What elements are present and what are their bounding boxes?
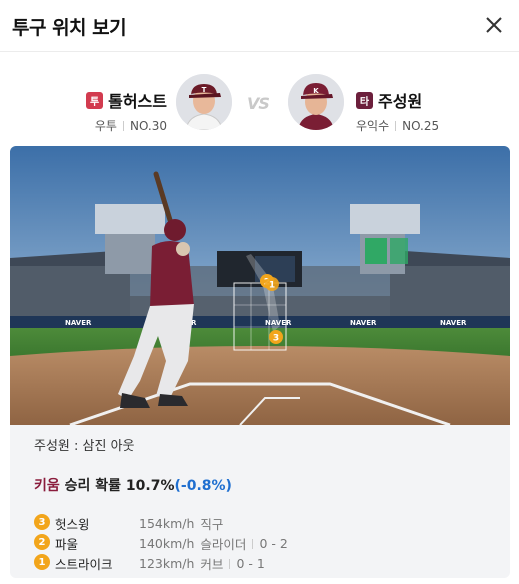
stadium-scene: NAVER NAVER NAVER NAVER NAVER	[10, 146, 510, 425]
win-prob-team: 키움	[34, 478, 60, 494]
win-prob-delta: (-0.8%)	[174, 478, 232, 494]
pitch-speed: 123km/h	[139, 556, 195, 571]
win-prob-label: 승리 확률	[64, 478, 122, 494]
pitch-type: 슬라이더	[200, 537, 247, 552]
divider	[229, 558, 231, 569]
pitch-type: 커브	[200, 557, 224, 572]
ad-sign: NAVER	[65, 319, 92, 327]
divider	[122, 120, 124, 131]
dialog-header: 투구 위치 보기	[0, 0, 519, 52]
close-icon[interactable]	[481, 12, 507, 38]
ad-sign: NAVER	[440, 319, 467, 327]
pitcher-hand: 우투	[94, 119, 117, 133]
pitch-number-badge: 3	[34, 514, 50, 530]
pitcher-name: 톨허스트	[108, 92, 167, 111]
batter-position: 우익수	[356, 119, 390, 133]
pitch-number-badge: 2	[34, 534, 50, 550]
pitch-count: 0 - 2	[259, 536, 288, 551]
pitch-marker-number: 3	[273, 334, 279, 344]
at-bat-result: 주성원 : 삼진 아웃	[34, 439, 135, 454]
batter-info: 타 주성원 우익수 NO.25	[356, 88, 439, 134]
pitcher-badge: 투	[86, 91, 104, 109]
pitch-result: 파울	[55, 537, 79, 552]
matchup-panel: 투 톨허스트 우투 NO.30 T VS K 타 주성원 우익수 NO.25	[0, 66, 519, 138]
pitch-speed: 140km/h	[139, 536, 195, 551]
batter-avatar: K	[288, 74, 344, 130]
svg-text:K: K	[313, 87, 319, 95]
pitch-row: 2 파울 140km/h 슬라이더 0 - 2	[34, 532, 494, 552]
batter-number: NO.25	[402, 118, 440, 133]
pitch-row: 3 헛스윙 154km/h 직구	[34, 512, 494, 532]
vs-label: VS	[247, 94, 270, 113]
pitcher-number: NO.30	[129, 118, 167, 133]
pitch-result: 헛스윙	[55, 517, 90, 532]
pitch-speed: 154km/h	[139, 516, 195, 531]
pitch-count: 0 - 1	[236, 556, 265, 571]
pitcher-info: 투 톨허스트 우투 NO.30	[86, 88, 167, 134]
pitch-location-card: NAVER NAVER NAVER NAVER NAVER	[10, 146, 510, 578]
pitch-result: 스트라이크	[55, 557, 113, 572]
win-probability: 키움 승리 확률 10.7%(-0.8%)	[34, 475, 232, 495]
ad-sign: NAVER	[350, 319, 377, 327]
batter-badge: 타	[356, 91, 373, 109]
pitch-marker-number: 1	[269, 281, 275, 291]
svg-text:T: T	[202, 86, 207, 94]
pitch-number-badge: 1	[34, 554, 50, 570]
divider	[395, 120, 397, 131]
divider	[252, 538, 254, 549]
pitch-detail: 140km/h 슬라이더 0 - 2	[139, 534, 288, 553]
pitch-summary: 주성원 : 삼진 아웃 키움 승리 확률 10.7%(-0.8%) 3 헛스윙 …	[10, 425, 510, 578]
pitch-row: 1 스트라이크 123km/h 커브 0 - 1	[34, 552, 494, 572]
win-prob-value: 10.7%	[125, 478, 175, 494]
pitch-list: 3 헛스윙 154km/h 직구 2 파울 140km/h 슬라이더 0 - 2…	[34, 512, 494, 572]
dialog-title: 투구 위치 보기	[12, 17, 127, 39]
pitch-detail: 154km/h 직구	[139, 514, 223, 533]
batter-name: 주성원	[378, 92, 423, 111]
pitch-type: 직구	[200, 517, 224, 532]
pitcher-avatar: T	[176, 74, 232, 130]
pitch-detail: 123km/h 커브 0 - 1	[139, 554, 265, 573]
